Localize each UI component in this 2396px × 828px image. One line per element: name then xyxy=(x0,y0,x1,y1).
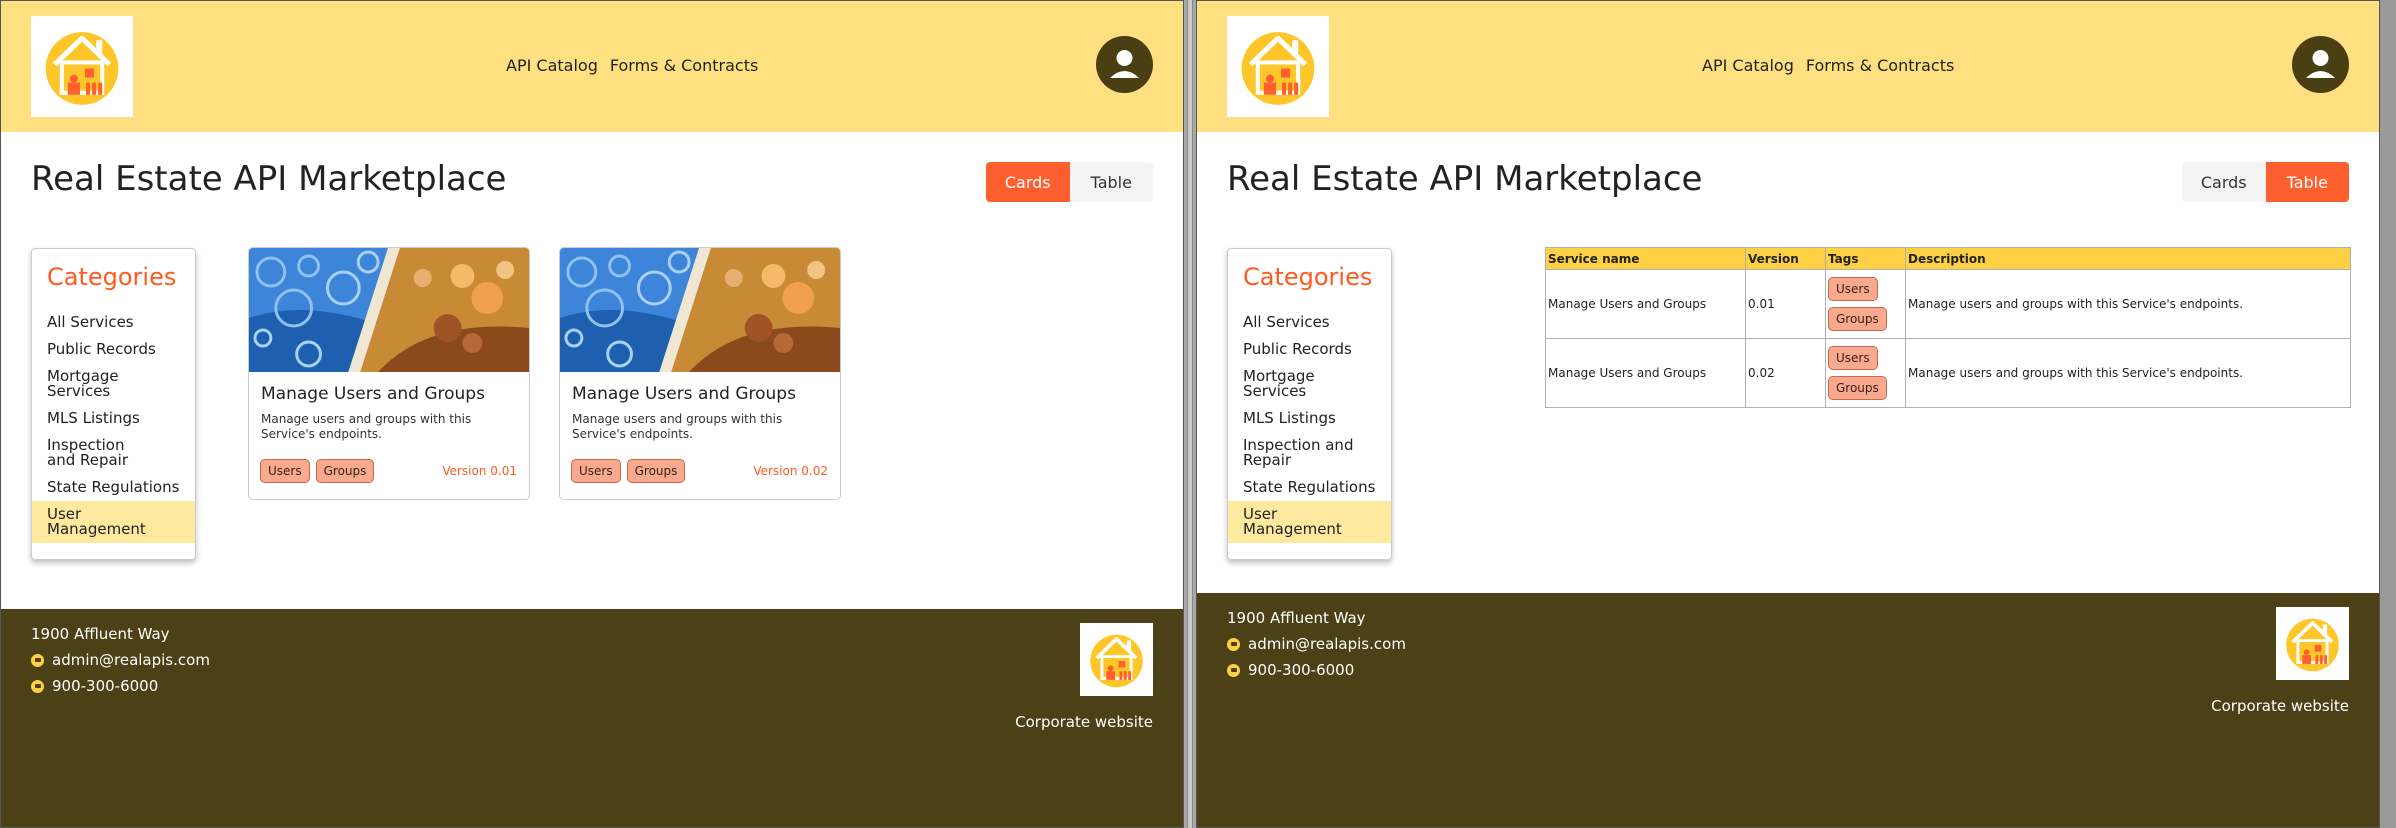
tag-users[interactable]: Users xyxy=(1828,346,1878,370)
cell-version: 0.02 xyxy=(1745,338,1826,408)
user-avatar-icon[interactable] xyxy=(2292,36,2349,93)
site-header: API Catalog Forms & Contracts xyxy=(1,1,1183,132)
cards-view-button[interactable]: Cards xyxy=(986,162,1070,202)
footer-address: 1900 Affluent Way xyxy=(31,625,170,643)
phone-icon xyxy=(1227,663,1240,677)
site-footer: 1900 Affluent Way admin@realapis.com 900… xyxy=(1197,593,2379,827)
footer-email-row: admin@realapis.com xyxy=(31,651,210,669)
footer-email[interactable]: admin@realapis.com xyxy=(1248,635,1406,653)
category-state-regulations[interactable]: State Regulations xyxy=(32,474,195,501)
main-nav: API Catalog Forms & Contracts xyxy=(506,56,758,75)
table-row[interactable]: Manage Users and Groups 0.02 Users Group… xyxy=(1545,338,2351,408)
nav-forms-contracts[interactable]: Forms & Contracts xyxy=(1806,56,1954,75)
category-mls-listings[interactable]: MLS Listings xyxy=(1228,405,1391,432)
page-title: Real Estate API Marketplace xyxy=(1227,159,1703,199)
service-card-title: Manage Users and Groups xyxy=(261,384,485,404)
phone-icon xyxy=(31,679,44,693)
view-toggle: Cards Table xyxy=(986,162,1153,202)
table-header-row: Service name Version Tags Description xyxy=(1545,247,2351,270)
cell-service-name: Manage Users and Groups xyxy=(1545,338,1746,408)
service-banner-image xyxy=(249,248,529,372)
site-footer: 1900 Affluent Way admin@realapis.com 900… xyxy=(1,609,1183,827)
corporate-website-link[interactable]: Corporate website xyxy=(2211,697,2349,715)
nav-api-catalog[interactable]: API Catalog xyxy=(1702,56,1794,75)
nav-api-catalog[interactable]: API Catalog xyxy=(506,56,598,75)
cell-service-name: Manage Users and Groups xyxy=(1545,269,1746,339)
main-nav: API Catalog Forms & Contracts xyxy=(1702,56,1954,75)
category-user-management[interactable]: User Management xyxy=(1228,501,1391,543)
column-header-service-name[interactable]: Service name xyxy=(1545,247,1746,270)
column-header-description[interactable]: Description xyxy=(1905,247,2351,270)
cell-description: Manage users and groups with this Servic… xyxy=(1905,269,2351,339)
email-icon xyxy=(31,653,44,667)
service-card-title: Manage Users and Groups xyxy=(572,384,796,404)
user-avatar-icon[interactable] xyxy=(1096,36,1153,93)
table-view-button[interactable]: Table xyxy=(2265,162,2349,202)
categories-title: Categories xyxy=(47,263,177,291)
category-mortgage-services[interactable]: Mortgage Services xyxy=(32,363,195,405)
house-logo-icon[interactable] xyxy=(1080,623,1153,696)
window-divider xyxy=(1184,0,1196,828)
view-toggle: Cards Table xyxy=(2182,162,2349,202)
service-banner-image xyxy=(560,248,840,372)
corporate-website-link[interactable]: Corporate website xyxy=(1015,713,1153,731)
category-all-services[interactable]: All Services xyxy=(1228,309,1391,336)
category-inspection-and-repair[interactable]: Inspection and Repair xyxy=(1228,432,1391,474)
cell-version: 0.01 xyxy=(1745,269,1826,339)
browser-window-cards-view: API Catalog Forms & Contracts Real Estat… xyxy=(0,0,1184,828)
footer-phone[interactable]: 900-300-6000 xyxy=(52,677,158,695)
category-inspection-and-repair[interactable]: Inspection and Repair xyxy=(32,432,152,474)
tag-groups[interactable]: Groups xyxy=(626,459,686,483)
service-card[interactable]: Manage Users and Groups Manage users and… xyxy=(248,247,530,500)
footer-email-row: admin@realapis.com xyxy=(1227,635,1406,653)
column-header-tags[interactable]: Tags xyxy=(1825,247,1906,270)
table-view-button[interactable]: Table xyxy=(1070,162,1154,202)
cell-tags: Users Groups xyxy=(1825,269,1906,339)
footer-phone-row: 900-300-6000 xyxy=(31,677,158,695)
scrollbar-thumb[interactable] xyxy=(1187,0,1193,828)
tag-users[interactable]: Users xyxy=(260,459,310,483)
email-icon xyxy=(1227,637,1240,651)
page-title: Real Estate API Marketplace xyxy=(31,159,507,199)
service-card-version: Version 0.01 xyxy=(442,464,517,478)
browser-window-table-view: API Catalog Forms & Contracts Real Estat… xyxy=(1196,0,2380,828)
categories-title: Categories xyxy=(1243,263,1373,291)
category-public-records[interactable]: Public Records xyxy=(32,336,195,363)
footer-phone[interactable]: 900-300-6000 xyxy=(1248,661,1354,679)
service-card-description: Manage users and groups with this Servic… xyxy=(261,412,472,441)
service-card-tags: Users Groups xyxy=(571,459,686,483)
services-table: Service name Version Tags Description Ma… xyxy=(1545,247,2351,408)
category-mortgage-services[interactable]: Mortgage Services xyxy=(1228,363,1391,405)
site-header: API Catalog Forms & Contracts xyxy=(1197,1,2379,132)
tag-groups[interactable]: Groups xyxy=(1828,307,1887,331)
category-public-records[interactable]: Public Records xyxy=(1228,336,1391,363)
cards-view-button[interactable]: Cards xyxy=(2182,162,2266,202)
service-card-tags: Users Groups xyxy=(260,459,375,483)
house-logo-icon[interactable] xyxy=(31,16,133,117)
cell-tags: Users Groups xyxy=(1825,338,1906,408)
category-state-regulations[interactable]: State Regulations xyxy=(1228,474,1391,501)
column-header-version[interactable]: Version xyxy=(1745,247,1826,270)
service-card-version: Version 0.02 xyxy=(753,464,828,478)
service-card-description: Manage users and groups with this Servic… xyxy=(572,412,783,441)
categories-panel: Categories All Services Public Records M… xyxy=(1227,248,1392,560)
nav-forms-contracts[interactable]: Forms & Contracts xyxy=(610,56,758,75)
category-user-management[interactable]: User Management xyxy=(32,501,195,543)
categories-panel: Categories All Services Public Records M… xyxy=(31,248,196,560)
table-row[interactable]: Manage Users and Groups 0.01 Users Group… xyxy=(1545,269,2351,339)
tag-users[interactable]: Users xyxy=(1828,277,1878,301)
tag-groups[interactable]: Groups xyxy=(315,459,375,483)
footer-address: 1900 Affluent Way xyxy=(1227,609,1366,627)
tag-groups[interactable]: Groups xyxy=(1828,376,1887,400)
service-card[interactable]: Manage Users and Groups Manage users and… xyxy=(559,247,841,500)
tag-users[interactable]: Users xyxy=(571,459,621,483)
category-mls-listings[interactable]: MLS Listings xyxy=(32,405,195,432)
footer-phone-row: 900-300-6000 xyxy=(1227,661,1354,679)
category-all-services[interactable]: All Services xyxy=(32,309,195,336)
house-logo-icon[interactable] xyxy=(1227,16,1329,117)
house-logo-icon[interactable] xyxy=(2276,607,2349,680)
cell-description: Manage users and groups with this Servic… xyxy=(1905,338,2351,408)
footer-email[interactable]: admin@realapis.com xyxy=(52,651,210,669)
